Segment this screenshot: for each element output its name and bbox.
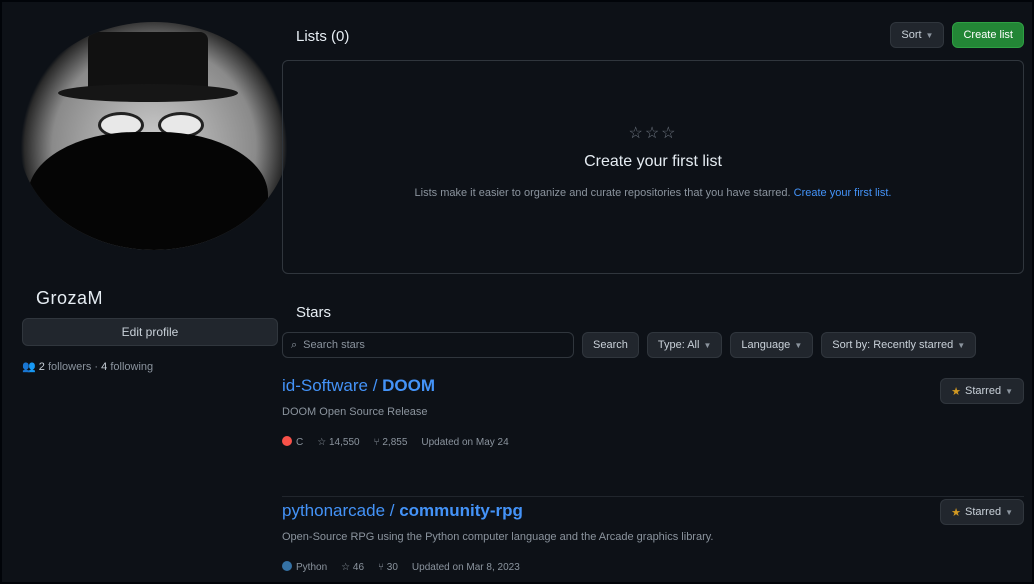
repo-stargazers-link[interactable]: ☆ 46 bbox=[341, 562, 364, 573]
create-list-button[interactable]: Create list bbox=[952, 22, 1024, 48]
chevron-down-icon: ▼ bbox=[957, 340, 966, 350]
profile-sidebar: GrozaM Edit profile 👥 2 followers · 4 fo… bbox=[18, 22, 290, 373]
search-button[interactable]: Search bbox=[582, 332, 639, 358]
follow-separator: · bbox=[94, 361, 99, 373]
star-filled-icon: ★ bbox=[951, 506, 961, 519]
follow-stats: 👥 2 followers · 4 following bbox=[22, 360, 153, 373]
starred-repo-item: pythonarcade / community-rpg Open-Source… bbox=[282, 496, 1024, 573]
stars-count: 14,550 bbox=[328, 436, 360, 448]
profile-username: GrozaM bbox=[36, 288, 104, 308]
forks-count: 2,855 bbox=[382, 436, 408, 448]
empty-desc-text: Lists make it easier to organize and cur… bbox=[414, 187, 791, 199]
repo-slash: / bbox=[385, 501, 400, 520]
repo-owner: id-Software bbox=[282, 376, 368, 395]
language-filter-button[interactable]: Language ▼ bbox=[730, 332, 814, 358]
language-filter-label: Language bbox=[741, 339, 791, 351]
lists-empty-state: ☆☆☆ Create your first list Lists make it… bbox=[282, 60, 1024, 274]
search-input[interactable] bbox=[303, 339, 544, 351]
stars-title: Stars bbox=[296, 304, 332, 321]
repo-stargazers-link[interactable]: ☆ 14,550 bbox=[317, 437, 359, 448]
language-color-dot bbox=[282, 436, 292, 446]
language-label: Python bbox=[296, 562, 328, 573]
chevron-down-icon: ▼ bbox=[794, 340, 803, 350]
people-icon: 👥 bbox=[22, 361, 36, 373]
repo-name: DOOM bbox=[382, 376, 436, 395]
stars-count: 46 bbox=[352, 561, 365, 573]
language-color-dot bbox=[282, 561, 292, 571]
starred-repo-item: id-Software / DOOM DOOM Open Source Rele… bbox=[282, 376, 1024, 448]
create-first-list-link[interactable]: Create your first list. bbox=[794, 187, 892, 199]
lists-title: Lists (0) bbox=[296, 28, 350, 45]
empty-title: Create your first list bbox=[584, 153, 722, 170]
type-filter-button[interactable]: Type: All ▼ bbox=[646, 332, 723, 358]
lists-actions: Sort ▼ Create list bbox=[890, 22, 1024, 48]
repo-description: Open-Source RPG using the Python compute… bbox=[282, 531, 714, 543]
chevron-down-icon: ▼ bbox=[1005, 386, 1013, 396]
chevron-down-icon: ▼ bbox=[925, 30, 934, 40]
chevron-down-icon: ▼ bbox=[703, 340, 712, 350]
forks-count: 30 bbox=[386, 561, 398, 573]
avatar[interactable] bbox=[18, 22, 290, 250]
starred-label: Starred bbox=[965, 385, 1002, 397]
repo-updated: Updated on Mar 8, 2023 bbox=[411, 561, 520, 573]
repo-meta: Python ☆ 46 ⑂ 30 Updated on Mar 8, 2023 bbox=[282, 561, 1024, 573]
type-filter-label: Type: All bbox=[657, 339, 700, 351]
stars-icon: ☆☆☆ bbox=[628, 125, 678, 142]
repo-link[interactable]: id-Software / DOOM bbox=[282, 376, 1024, 396]
repo-forks-link[interactable]: ⑂ 2,855 bbox=[374, 437, 408, 448]
star-icon: ☆ bbox=[317, 436, 327, 448]
avatar-hat-brim bbox=[58, 84, 238, 102]
repo-language: C bbox=[282, 436, 303, 448]
fork-icon: ⑂ bbox=[378, 561, 385, 573]
search-icon: ⌕ bbox=[291, 338, 298, 351]
avatar-body bbox=[28, 132, 268, 250]
lists-sort-label: Sort bbox=[901, 29, 922, 41]
repo-link[interactable]: pythonarcade / community-rpg bbox=[282, 501, 1024, 521]
language-label: C bbox=[296, 437, 304, 448]
star-icon: ☆ bbox=[341, 561, 351, 573]
repo-description: DOOM Open Source Release bbox=[282, 406, 428, 418]
lists-sort-button[interactable]: Sort ▼ bbox=[890, 22, 945, 48]
repo-owner: pythonarcade bbox=[282, 501, 386, 520]
chevron-down-icon: ▼ bbox=[1005, 507, 1013, 517]
stars-search-field[interactable]: ⌕ bbox=[282, 332, 574, 358]
following-link[interactable]: 4 following bbox=[101, 361, 153, 373]
starred-button[interactable]: ★ Starred ▼ bbox=[940, 499, 1024, 525]
repo-language: Python bbox=[282, 561, 327, 573]
sort-filter-label: Sort by: Recently starred bbox=[832, 339, 954, 351]
stars-filter-bar: ⌕ Search Type: All ▼ Language ▼ Sort by:… bbox=[282, 332, 1024, 360]
starred-label: Starred bbox=[965, 506, 1002, 518]
star-filled-icon: ★ bbox=[951, 385, 961, 398]
repo-meta: C ☆ 14,550 ⑂ 2,855 Updated on May 24 bbox=[282, 436, 1024, 448]
repo-updated: Updated on May 24 bbox=[421, 436, 509, 448]
starred-button[interactable]: ★ Starred ▼ bbox=[940, 378, 1024, 404]
followers-link[interactable]: 2 followers bbox=[39, 361, 92, 373]
repo-slash: / bbox=[367, 376, 383, 395]
empty-description: Lists make it easier to organize and cur… bbox=[283, 187, 1023, 199]
avatar-hat bbox=[88, 32, 208, 92]
fork-icon: ⑂ bbox=[373, 436, 380, 448]
repo-forks-link[interactable]: ⑂ 30 bbox=[378, 562, 398, 573]
edit-profile-button[interactable]: Edit profile bbox=[22, 318, 278, 346]
repo-name: community-rpg bbox=[399, 501, 523, 520]
sort-filter-button[interactable]: Sort by: Recently starred ▼ bbox=[821, 332, 977, 358]
lists-header: Lists (0) Sort ▼ Create list bbox=[282, 22, 1024, 52]
